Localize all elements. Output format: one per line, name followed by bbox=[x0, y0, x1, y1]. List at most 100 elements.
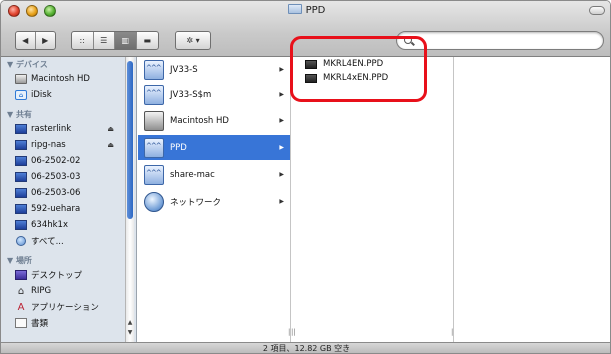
network-computer-icon bbox=[15, 156, 27, 166]
column-resize-handle[interactable]: || bbox=[291, 328, 296, 336]
network-computer-icon bbox=[15, 188, 27, 198]
harddisk-icon bbox=[144, 110, 164, 131]
harddisk-icon bbox=[15, 74, 27, 84]
disclosure-arrow-icon: ▶ bbox=[279, 66, 284, 73]
sidebar-item-idisk[interactable]: ⌂ iDisk bbox=[1, 87, 136, 103]
forward-arrow-icon: ▶ bbox=[42, 36, 49, 45]
network-computer-icon bbox=[15, 220, 27, 230]
globe-icon bbox=[16, 236, 26, 246]
sidebar-item-06-2502-02[interactable]: 06-2502-02 bbox=[1, 153, 136, 169]
sidebar-item-ripg[interactable]: ⌂ RIPG bbox=[1, 283, 136, 299]
sidebar-header-places: ▼ 場所 bbox=[7, 256, 32, 265]
sidebar-item-label: Macintosh HD bbox=[31, 74, 90, 84]
column-row-label: share-mac bbox=[170, 169, 215, 180]
server-icon bbox=[144, 84, 164, 105]
sidebar-item-label: すべて... bbox=[31, 237, 64, 247]
sidebar-item-all[interactable]: すべて... bbox=[1, 233, 136, 249]
scroll-down-icon[interactable]: ▼ bbox=[127, 329, 133, 337]
gear-icon: ✲ ▾ bbox=[186, 36, 200, 45]
disclosure-arrow-icon: ▶ bbox=[279, 144, 284, 151]
action-menu-button[interactable]: ✲ ▾ bbox=[175, 31, 211, 50]
idisk-icon: ⌂ bbox=[15, 90, 27, 100]
scroll-up-icon[interactable]: ▲ bbox=[127, 319, 133, 327]
sidebar-item-label: rasterlink bbox=[31, 124, 72, 134]
sidebar-item-06-2503-03[interactable]: 06-2503-03 bbox=[1, 169, 136, 185]
column-row-jv33-s[interactable]: JV33-S ▶ bbox=[138, 57, 290, 82]
sidebar-item-label: iDisk bbox=[31, 90, 52, 100]
column-row-label: ネットワーク bbox=[170, 197, 222, 208]
list-view-icon: ☰ bbox=[100, 36, 108, 45]
sidebar-item-label: 592-uehara bbox=[31, 204, 81, 214]
column-row-label: JV33-S$m bbox=[170, 89, 212, 100]
status-text: 2 項目、12.82 GB 空き bbox=[262, 344, 351, 353]
toolbar-toggle-button[interactable] bbox=[589, 6, 605, 15]
network-volume-icon bbox=[15, 140, 27, 150]
column-view-button[interactable]: ▥ bbox=[115, 32, 137, 49]
sidebar-item-label: 書類 bbox=[31, 319, 49, 329]
server-icon bbox=[144, 59, 164, 80]
column-row-label: Macintosh HD bbox=[170, 115, 229, 126]
finder-window: PPD ◀ ▶ :: ☰ ▥ ▬ ✲ ▾ ▼ デバイス Macintosh HD bbox=[0, 0, 611, 354]
icon-view-icon: :: bbox=[79, 36, 85, 45]
sidebar-scrollbar[interactable]: ▲ ▼ bbox=[125, 57, 134, 342]
sidebar-item-label: アプリケーション bbox=[31, 303, 99, 313]
sidebar-item-label: 634hk1x bbox=[31, 220, 68, 230]
column-volumes: JV33-S ▶ JV33-S$m ▶ Macintosh HD ▶ PPD ▶… bbox=[138, 57, 291, 342]
window-title-area: PPD bbox=[1, 4, 610, 16]
sidebar-item-label: ripg-nas bbox=[31, 140, 66, 150]
disclosure-arrow-icon: ▶ bbox=[279, 91, 284, 98]
sidebar-item-applications[interactable]: A アプリケーション bbox=[1, 299, 136, 315]
icon-view-button[interactable]: :: bbox=[72, 32, 94, 49]
column-row-label: PPD bbox=[170, 142, 187, 153]
sidebar-item-label: RIPG bbox=[31, 286, 52, 296]
sidebar-item-634hk1x[interactable]: 634hk1x bbox=[1, 217, 136, 233]
sidebar-item-592-uehara[interactable]: 592-uehara bbox=[1, 201, 136, 217]
sidebar-item-desktop[interactable]: デスクトップ bbox=[1, 267, 136, 283]
disclosure-arrow-icon: ▶ bbox=[279, 117, 284, 124]
sidebar-item-macintosh-hd[interactable]: Macintosh HD bbox=[1, 71, 136, 87]
window-title: PPD bbox=[305, 5, 326, 16]
coverflow-view-icon: ▬ bbox=[143, 36, 152, 45]
annotation-highlight-ring bbox=[290, 36, 427, 102]
folder-icon bbox=[287, 4, 302, 14]
column-row-share-mac[interactable]: share-mac ▶ bbox=[138, 162, 290, 187]
documents-icon bbox=[15, 318, 27, 328]
sidebar-header-shared: ▼ 共有 bbox=[7, 110, 32, 119]
server-icon bbox=[144, 164, 164, 185]
sidebar-item-label: 06-2502-02 bbox=[31, 156, 81, 166]
sidebar-scroll-thumb[interactable] bbox=[127, 61, 133, 219]
column-view-icon: ▥ bbox=[121, 36, 130, 45]
column-row-jv33-s-m[interactable]: JV33-S$m ▶ bbox=[138, 82, 290, 107]
back-forward-control: ◀ ▶ bbox=[15, 31, 56, 50]
sidebar-item-label: 06-2503-03 bbox=[31, 172, 81, 182]
list-view-button[interactable]: ☰ bbox=[94, 32, 115, 49]
network-volume-icon bbox=[15, 124, 27, 134]
sidebar-item-ripg-nas[interactable]: ripg-nas ⏏ bbox=[1, 137, 136, 153]
sidebar-header-devices: ▼ デバイス bbox=[7, 60, 48, 69]
network-globe-icon bbox=[144, 191, 164, 212]
back-button[interactable]: ◀ bbox=[16, 32, 36, 49]
coverflow-view-button[interactable]: ▬ bbox=[137, 32, 158, 49]
sidebar-item-06-2503-06[interactable]: 06-2503-06 bbox=[1, 185, 136, 201]
sidebar: ▼ デバイス Macintosh HD ⌂ iDisk ▼ 共有 rasterl… bbox=[1, 57, 137, 342]
eject-icon[interactable]: ⏏ bbox=[107, 125, 114, 133]
applications-icon: A bbox=[17, 301, 25, 313]
view-mode-control: :: ☰ ▥ ▬ bbox=[71, 31, 159, 50]
server-icon bbox=[144, 137, 164, 158]
forward-button[interactable]: ▶ bbox=[36, 32, 55, 49]
home-icon: ⌂ bbox=[17, 285, 25, 297]
column-row-ppd-selected[interactable]: PPD ▶ bbox=[138, 135, 290, 160]
status-bar: 2 項目、12.82 GB 空き bbox=[1, 342, 610, 353]
column-row-label: JV33-S bbox=[170, 64, 198, 75]
column-row-macintosh-hd[interactable]: Macintosh HD ▶ bbox=[138, 108, 290, 133]
back-arrow-icon: ◀ bbox=[22, 36, 29, 45]
network-computer-icon bbox=[15, 172, 27, 182]
search-field[interactable] bbox=[396, 31, 604, 50]
network-computer-icon bbox=[15, 204, 27, 214]
sidebar-item-documents[interactable]: 書類 bbox=[1, 315, 136, 331]
sidebar-item-label: 06-2503-06 bbox=[31, 188, 81, 198]
sidebar-item-label: デスクトップ bbox=[31, 271, 83, 281]
eject-icon[interactable]: ⏏ bbox=[107, 141, 114, 149]
sidebar-item-rasterlink[interactable]: rasterlink ⏏ bbox=[1, 121, 136, 137]
column-row-network[interactable]: ネットワーク ▶ bbox=[138, 189, 290, 214]
